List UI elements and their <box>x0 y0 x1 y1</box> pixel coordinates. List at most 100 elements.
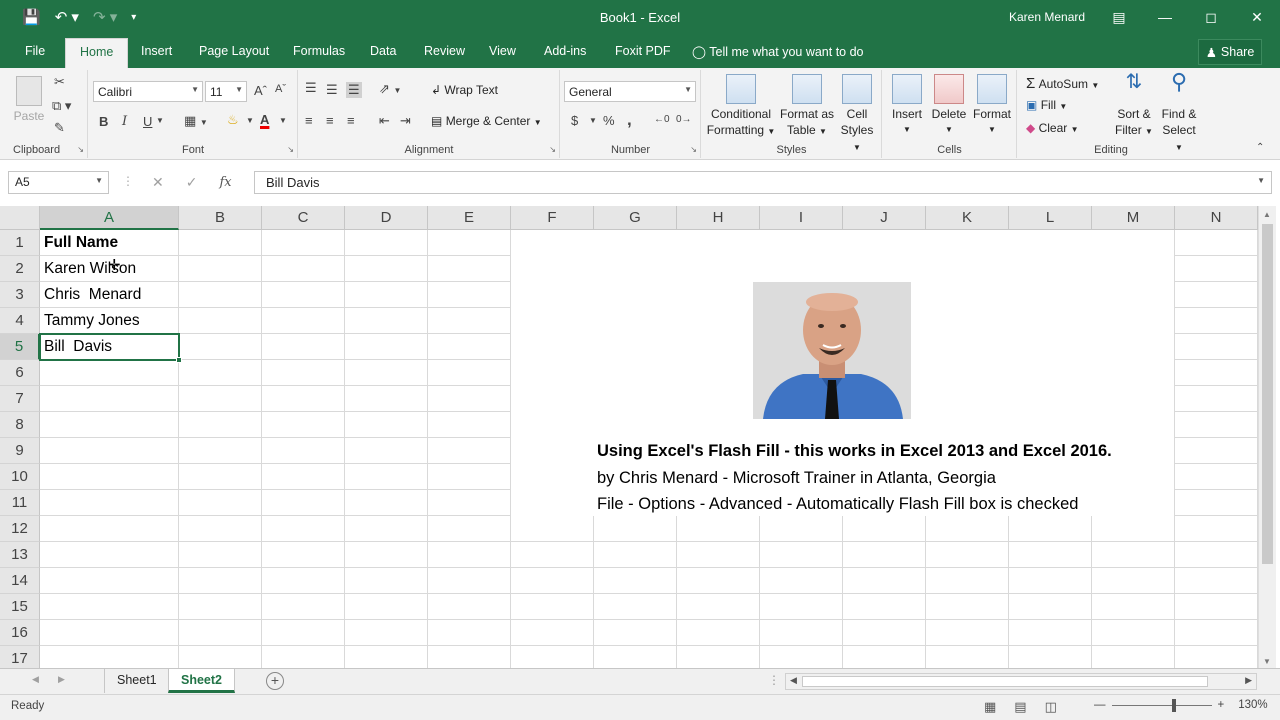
decrease-indent-icon[interactable]: ⇤ <box>379 113 390 129</box>
tab-page-layout[interactable]: Page Layout <box>199 44 269 58</box>
fill-color-icon[interactable]: ♨ <box>227 112 239 128</box>
format-as-table-button[interactable]: Format as Table ▼ <box>778 74 836 140</box>
ribbon-display-options-icon[interactable]: ▤ <box>1096 0 1142 34</box>
alignment-launcher-icon[interactable]: ↘ <box>549 145 556 154</box>
row-header-10[interactable]: 10 <box>0 464 40 490</box>
font-color-icon[interactable]: A <box>260 112 269 127</box>
close-icon[interactable]: ✕ <box>1234 0 1280 34</box>
textbox-title[interactable]: Using Excel's Flash Fill - this works in… <box>597 442 1112 461</box>
formula-input[interactable]: Bill Davis ▼ <box>254 171 1272 194</box>
row-header-13[interactable]: 13 <box>0 542 40 568</box>
wrap-text-button[interactable]: ↲ Wrap Text <box>431 83 498 97</box>
insert-cells-button[interactable]: Insert ▼ <box>887 74 927 138</box>
tab-review[interactable]: Review <box>424 44 465 58</box>
vertical-scroll-thumb[interactable] <box>1262 224 1273 564</box>
row-header-11[interactable]: 11 <box>0 490 40 516</box>
column-header-a[interactable]: A <box>40 206 179 230</box>
sheet-tab-sheet2[interactable]: Sheet2 <box>168 669 235 693</box>
currency-button[interactable]: $ <box>571 113 578 128</box>
column-header-h[interactable]: H <box>677 206 760 230</box>
row-header-12[interactable]: 12 <box>0 516 40 542</box>
share-button[interactable]: ♟ Share <box>1198 39 1262 65</box>
tab-view[interactable]: View <box>489 44 516 58</box>
row-header-14[interactable]: 14 <box>0 568 40 594</box>
formula-bar-splitter-icon[interactable]: ⋮ <box>122 174 134 188</box>
column-header-l[interactable]: L <box>1009 206 1092 230</box>
align-top-icon[interactable]: ☰ <box>305 80 317 96</box>
horizontal-scroll-thumb[interactable] <box>802 676 1208 687</box>
column-header-c[interactable]: C <box>262 206 345 230</box>
horizontal-scrollbar[interactable]: ◀ ▶ <box>785 673 1257 690</box>
align-center-icon[interactable]: ≡ <box>326 113 334 128</box>
expand-formula-bar-icon[interactable]: ▼ <box>1257 176 1265 185</box>
cell-a1[interactable]: Full Name <box>44 230 118 256</box>
tab-home[interactable]: Home <box>65 38 129 68</box>
tell-me-box[interactable]: ◯ Tell me what you want to do <box>692 44 864 59</box>
row-header-9[interactable]: 9 <box>0 438 40 464</box>
underline-button[interactable]: U <box>143 114 152 129</box>
zoom-out-icon[interactable]: — <box>1094 699 1106 711</box>
tab-formulas[interactable]: Formulas <box>293 44 345 58</box>
column-header-n[interactable]: N <box>1175 206 1258 230</box>
column-header-i[interactable]: I <box>760 206 843 230</box>
number-format-combo[interactable]: General ▼ <box>564 81 696 102</box>
fill-button[interactable]: ▣ Fill ▼ <box>1026 98 1067 112</box>
next-sheet-icon[interactable]: ▶ <box>58 674 65 685</box>
currency-dropdown-icon[interactable]: ▼ <box>589 116 597 125</box>
number-launcher-icon[interactable]: ↘ <box>690 145 697 154</box>
sheet-tab-sheet1[interactable]: Sheet1 <box>104 669 170 693</box>
worksheet-grid[interactable]: ABCDEFGHIJKLMN 1 2 3 4 5 6 7 8 9 10 11 12 13 14 15 16 17… <box>0 206 1280 668</box>
zoom-in-icon[interactable]: + <box>1218 699 1225 711</box>
maximize-icon[interactable]: ◻ <box>1188 0 1234 34</box>
row-header-1[interactable]: 1 <box>0 230 40 256</box>
align-middle-icon[interactable]: ☰ <box>326 82 338 98</box>
add-sheet-button[interactable]: + <box>266 672 284 690</box>
zoom-level[interactable]: 130% <box>1238 699 1267 711</box>
font-size-combo[interactable]: 11 ▼ <box>205 81 247 102</box>
cell-a4[interactable]: Tammy Jones <box>44 308 140 334</box>
row-header-15[interactable]: 15 <box>0 594 40 620</box>
column-header-m[interactable]: M <box>1092 206 1175 230</box>
row-header-17[interactable]: 17 <box>0 646 40 668</box>
align-left-icon[interactable]: ≡ <box>305 113 313 128</box>
column-header-e[interactable]: E <box>428 206 511 230</box>
column-header-k[interactable]: K <box>926 206 1009 230</box>
merge-center-button[interactable]: ▤ Merge & Center ▼ <box>431 114 542 128</box>
name-box[interactable]: A5 ▼ <box>8 171 109 194</box>
row-header-8[interactable]: 8 <box>0 412 40 438</box>
tab-data[interactable]: Data <box>370 44 396 58</box>
cell-a3[interactable]: Chris Menard <box>44 282 141 308</box>
scroll-right-icon[interactable]: ▶ <box>1245 675 1252 686</box>
collapse-ribbon-icon[interactable]: ⌃ <box>1256 142 1264 153</box>
vertical-scrollbar[interactable]: ▲ ▼ <box>1258 206 1276 668</box>
prev-sheet-icon[interactable]: ◀ <box>32 674 39 685</box>
insert-function-button[interactable]: fx <box>219 175 231 190</box>
column-header-b[interactable]: B <box>179 206 262 230</box>
clipboard-launcher-icon[interactable]: ↘ <box>77 145 84 154</box>
decrease-decimal-icon[interactable]: 0→ <box>676 114 692 125</box>
zoom-slider-knob[interactable] <box>1171 698 1176 712</box>
minimize-icon[interactable]: — <box>1142 0 1188 34</box>
align-bottom-icon[interactable]: ☰ <box>346 82 362 98</box>
conditional-formatting-button[interactable]: Conditional Formatting ▼ <box>706 74 776 140</box>
font-name-combo[interactable]: Calibri ▼ <box>93 81 203 102</box>
increase-indent-icon[interactable]: ⇥ <box>400 113 411 129</box>
row-header-6[interactable]: 6 <box>0 360 40 386</box>
cell-a2[interactable]: Karen Wilson <box>44 256 136 282</box>
decrease-font-size-icon[interactable]: Aˇ <box>275 83 286 95</box>
page-break-view-icon[interactable]: ◫ <box>1045 699 1057 715</box>
column-header-f[interactable]: F <box>511 206 594 230</box>
page-layout-view-icon[interactable]: ▤ <box>1014 699 1026 715</box>
tab-add-ins[interactable]: Add-ins <box>544 44 586 58</box>
scroll-up-icon[interactable]: ▲ <box>1263 210 1271 219</box>
percent-button[interactable]: % <box>603 113 615 128</box>
clear-button[interactable]: ◆ Clear ▼ <box>1026 121 1079 135</box>
borders-icon[interactable]: ▦ ▼ <box>184 113 208 129</box>
tab-foxit-pdf[interactable]: Foxit PDF <box>615 44 671 58</box>
italic-button[interactable]: I <box>122 114 127 129</box>
column-header-g[interactable]: G <box>594 206 677 230</box>
paste-button[interactable]: Paste <box>10 76 48 124</box>
tab-insert[interactable]: Insert <box>141 44 172 58</box>
sort-filter-button[interactable]: ⇅ Sort & Filter ▼ <box>1114 72 1154 140</box>
bold-button[interactable]: B <box>99 114 108 129</box>
